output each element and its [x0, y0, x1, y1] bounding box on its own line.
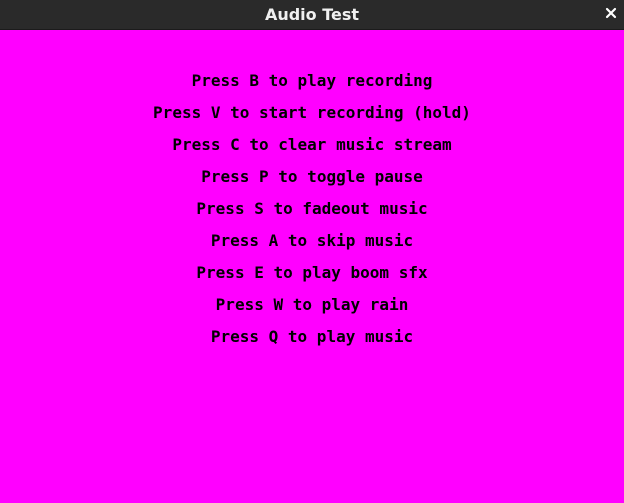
- close-button[interactable]: [602, 2, 620, 22]
- game-canvas[interactable]: Press B to play recording Press V to sta…: [0, 30, 624, 503]
- instruction-clear-music-stream: Press C to clear music stream: [172, 135, 452, 154]
- instruction-play-rain: Press W to play rain: [215, 295, 409, 314]
- close-icon: [605, 7, 617, 19]
- instruction-skip-music: Press A to skip music: [210, 231, 414, 250]
- title-bar[interactable]: Audio Test: [0, 0, 624, 30]
- app-window: Audio Test Press B to play recording Pre…: [0, 0, 624, 503]
- instruction-list: Press B to play recording Press V to sta…: [0, 68, 624, 356]
- instruction-play-boom-sfx: Press E to play boom sfx: [196, 263, 428, 282]
- instruction-play-recording: Press B to play recording: [191, 71, 433, 90]
- window-title: Audio Test: [264, 5, 360, 24]
- instruction-start-recording: Press V to start recording (hold): [153, 103, 471, 122]
- instruction-play-music: Press Q to play music: [210, 327, 414, 346]
- instruction-fadeout-music: Press S to fadeout music: [196, 199, 428, 218]
- instruction-toggle-pause: Press P to toggle pause: [201, 167, 423, 186]
